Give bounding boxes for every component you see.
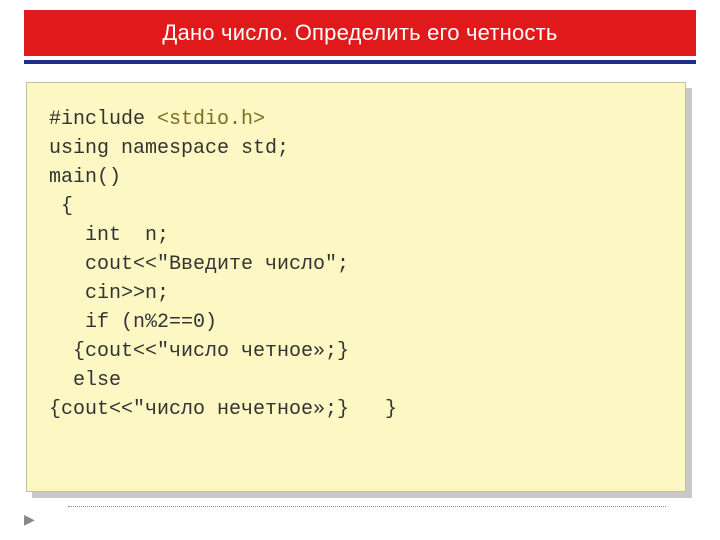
slide-title: Дано число. Определить его четность (24, 10, 696, 56)
title-underline (24, 60, 696, 64)
code-line-3: main() (49, 166, 121, 189)
footer-dotted-line (68, 506, 666, 507)
code-line-1a: #include (49, 108, 157, 131)
code-block: #include <stdio.h> using namespace std; … (26, 82, 686, 492)
code-line-5: int n; (49, 224, 169, 247)
code-line-10: else (49, 369, 121, 392)
code-line-11: {cout<<"число нечетное»;} } (49, 398, 397, 421)
code-line-6: cout<<"Введите число"; (49, 253, 349, 276)
arrow-icon: ▶ (24, 511, 35, 528)
code-line-2: using namespace std; (49, 137, 289, 160)
code-container: #include <stdio.h> using namespace std; … (26, 82, 686, 492)
code-line-1b: <stdio.h> (157, 108, 265, 131)
code-line-7: cin>>n; (49, 282, 169, 305)
code-line-4: { (49, 195, 73, 218)
slide: Дано число. Определить его четность #inc… (0, 0, 720, 540)
code-line-9: {cout<<"число четное»;} (49, 340, 349, 363)
code-line-8: if (n%2==0) (49, 311, 217, 334)
